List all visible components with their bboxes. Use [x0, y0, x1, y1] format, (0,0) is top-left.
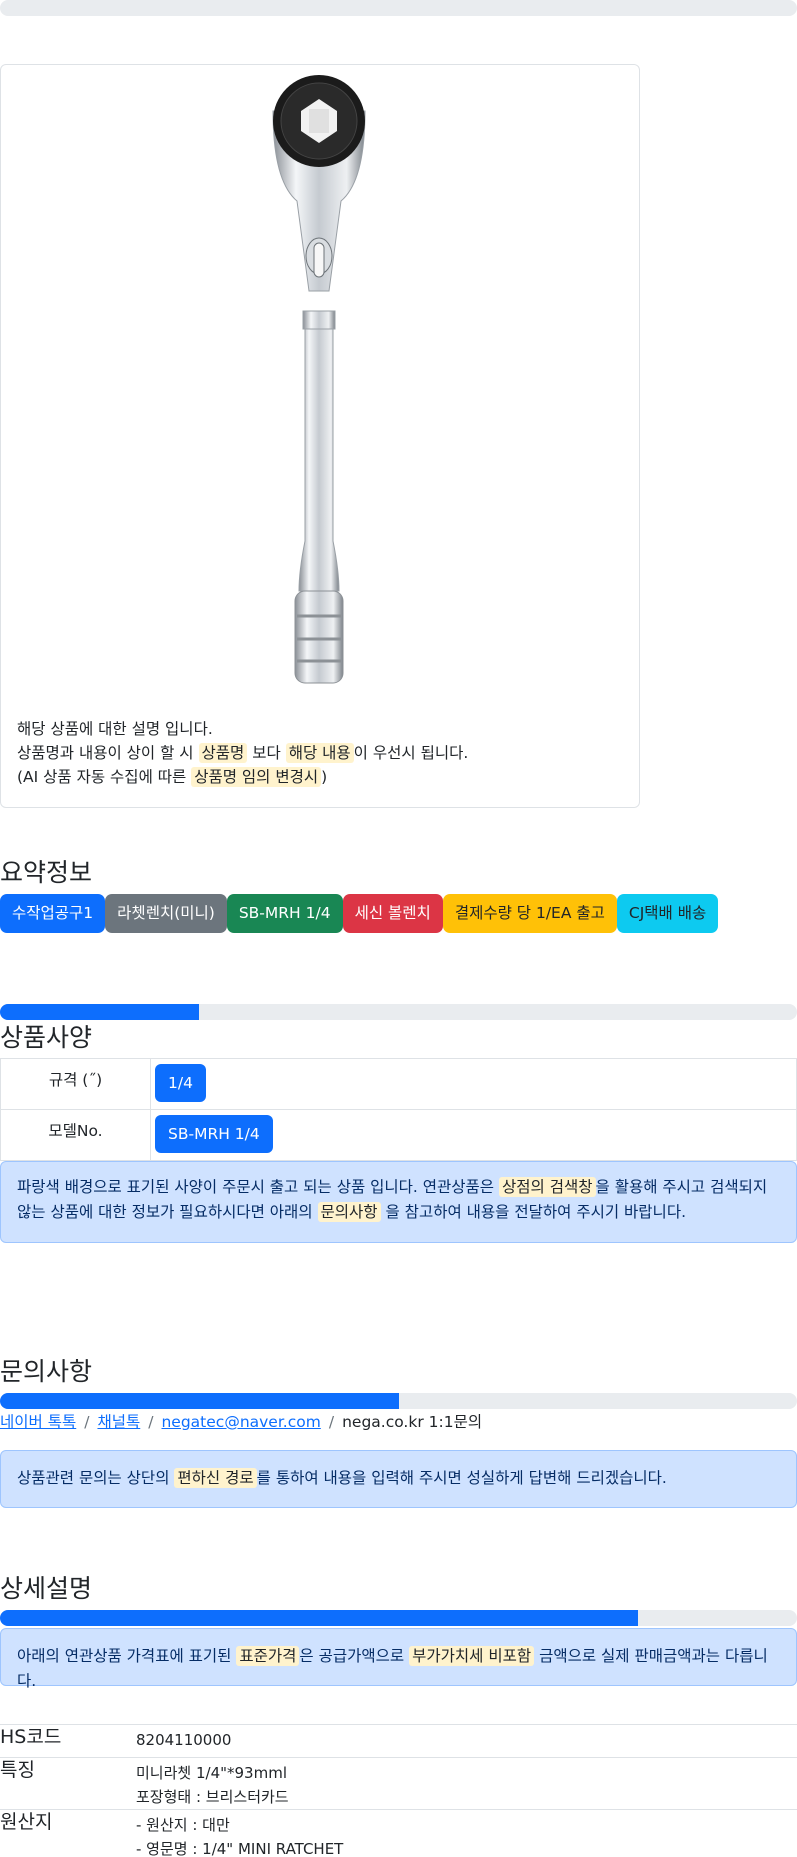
info-value: 8204110000	[136, 1724, 797, 1758]
alert-text: 을 참고하여 내용을 전달하여 주시기 바랍니다.	[385, 1203, 687, 1221]
badge-brand: 세신 볼렌치	[342, 894, 443, 933]
info-key: 원산지	[0, 1809, 136, 1857]
desc-line-1: 해당 상품에 대한 설명 입니다.	[17, 717, 627, 741]
detail-info-table: HS코드 8204110000 특징 미니라쳇 1/4"*93mml 포장형태 …	[0, 1724, 797, 1857]
channel-talk-link[interactable]: 채널톡	[97, 1413, 140, 1431]
spec-value-cell: SB-MRH 1/4	[150, 1109, 797, 1161]
highlight-vat: 부가가치세 비포함	[409, 1646, 535, 1666]
alert-text: 아래의 연관상품 가격표에 표기된	[17, 1647, 232, 1665]
product-card: 해당 상품에 대한 설명 입니다. 상품명과 내용이 상이 할 시 상품명 보다…	[0, 64, 640, 808]
separator: /	[328, 1413, 335, 1431]
alert-text: 파랑색 배경으로 표기된 사양이 주문시 출고 되는 상품 입니다. 연관상품은	[17, 1178, 495, 1196]
desc-line-3: (AI 상품 자동 수집에 따른 상품명 임의 변경시)	[17, 765, 627, 789]
highlight-name-change: 상품명 임의 변경시	[191, 767, 322, 787]
spec-title: 상품사양	[0, 1023, 93, 1052]
spec-row: 규격 (˝) 1/4	[0, 1058, 797, 1110]
spec-key: 모델No.	[0, 1109, 151, 1161]
spec-value-cell: 1/4	[150, 1058, 797, 1110]
spec-value-pill[interactable]: SB-MRH 1/4	[155, 1115, 273, 1153]
info-row: 특징 미니라쳇 1/4"*93mml 포장형태 : 브리스터카드	[0, 1757, 797, 1810]
highlight-content: 해당 내용	[285, 743, 354, 763]
badge-category: 수작업공구1	[0, 894, 106, 933]
detail-title: 상세설명	[0, 1574, 93, 1603]
inquiry-progress-fill	[0, 1393, 399, 1409]
spec-value-pill[interactable]: 1/4	[155, 1064, 206, 1102]
desc-text: )	[321, 768, 328, 786]
inquiry-links: 네이버 톡톡 / 채널톡 / negatec@naver.com / nega.co.kr …	[0, 1410, 482, 1432]
naver-talk-link[interactable]: 네이버 톡톡	[0, 1413, 76, 1431]
highlight-product-name: 상품명	[198, 743, 248, 763]
detail-alert: 아래의 연관상품 가격표에 표기된 표준가격 은 공급가액으로 부가가치세 비포함…	[0, 1628, 797, 1690]
desc-text: (AI 상품 자동 수집에 따른	[17, 768, 187, 786]
alert-text: 를 통하여 내용을 입력해 주시면 성실하게 답변해 드리겠습니다.	[256, 1469, 667, 1487]
highlight-standard-price: 표준가격	[236, 1646, 300, 1666]
spec-row: 모델No. SB-MRH 1/4	[0, 1109, 797, 1161]
desc-text: 보다	[252, 744, 281, 762]
badge-type: 라쳇렌치(미니)	[105, 894, 227, 933]
alert-text: 상품관련 문의는 상단의	[17, 1469, 170, 1487]
info-line: - 원산지 : 대만	[136, 1816, 230, 1834]
spec-key: 규격 (˝)	[0, 1058, 151, 1110]
detail-progress-fill	[0, 1610, 638, 1626]
desc-line-2: 상품명과 내용이 상이 할 시 상품명 보다 해당 내용 이 우선시 됩니다.	[17, 741, 627, 765]
info-row: 원산지 - 원산지 : 대만 - 영문명 : 1/4" MINI RATCHET	[0, 1809, 797, 1857]
info-row: HS코드 8204110000	[0, 1724, 797, 1758]
badge-model: SB-MRH 1/4	[226, 894, 343, 933]
top-progress-bar	[0, 0, 797, 16]
spec-progress-bar	[0, 1004, 797, 1020]
alert-text: 은 공급가액으로	[299, 1647, 405, 1665]
inquiry-progress-bar	[0, 1393, 797, 1409]
info-key: 특징	[0, 1757, 136, 1810]
badge-quantity: 결제수량 당 1/EA 출고	[442, 894, 617, 933]
highlight-search: 상점의 검색창	[499, 1177, 596, 1197]
email-link[interactable]: negatec@naver.com	[161, 1413, 320, 1431]
desc-text: 상품명과 내용이 상이 할 시	[17, 744, 194, 762]
highlight-route: 편하신 경로	[174, 1468, 257, 1488]
site-inquiry-text: nega.co.kr 1:1문의	[342, 1413, 483, 1431]
info-value: - 원산지 : 대만 - 영문명 : 1/4" MINI RATCHET	[136, 1809, 797, 1857]
info-line: 포장형태 : 브리스터카드	[136, 1788, 289, 1806]
detail-progress-bar	[0, 1610, 797, 1626]
product-description: 해당 상품에 대한 설명 입니다. 상품명과 내용이 상이 할 시 상품명 보다…	[17, 717, 627, 789]
inquiry-alert: 상품관련 문의는 상단의 편하신 경로 를 통하여 내용을 입력해 주시면 성실하…	[0, 1450, 797, 1508]
summary-badges: 수작업공구1 라쳇렌치(미니) SB-MRH 1/4 세신 볼렌치 결제수량 당…	[0, 894, 719, 933]
spec-table: 규격 (˝) 1/4 모델No. SB-MRH 1/4	[0, 1058, 797, 1161]
desc-text: 해당 상품에 대한 설명 입니다.	[17, 720, 213, 738]
info-line: - 영문명 : 1/4" MINI RATCHET	[136, 1840, 344, 1857]
inquiry-title: 문의사항	[0, 1357, 93, 1386]
separator: /	[84, 1413, 90, 1431]
info-line: 미니라쳇 1/4"*93mml	[136, 1764, 287, 1782]
info-key: HS코드	[0, 1724, 136, 1758]
summary-title: 요약정보	[0, 858, 93, 887]
product-image	[272, 75, 366, 684]
highlight-inquiry: 문의사항	[317, 1202, 381, 1222]
info-line: 8204110000	[136, 1731, 232, 1749]
separator: /	[148, 1413, 154, 1431]
badge-shipping: CJ택배 배송	[616, 894, 719, 933]
desc-text: 이 우선시 됩니다.	[353, 744, 469, 762]
info-value: 미니라쳇 1/4"*93mml 포장형태 : 브리스터카드	[136, 1757, 797, 1810]
spec-alert: 파랑색 배경으로 표기된 사양이 주문시 출고 되는 상품 입니다. 연관상품은…	[0, 1161, 797, 1243]
